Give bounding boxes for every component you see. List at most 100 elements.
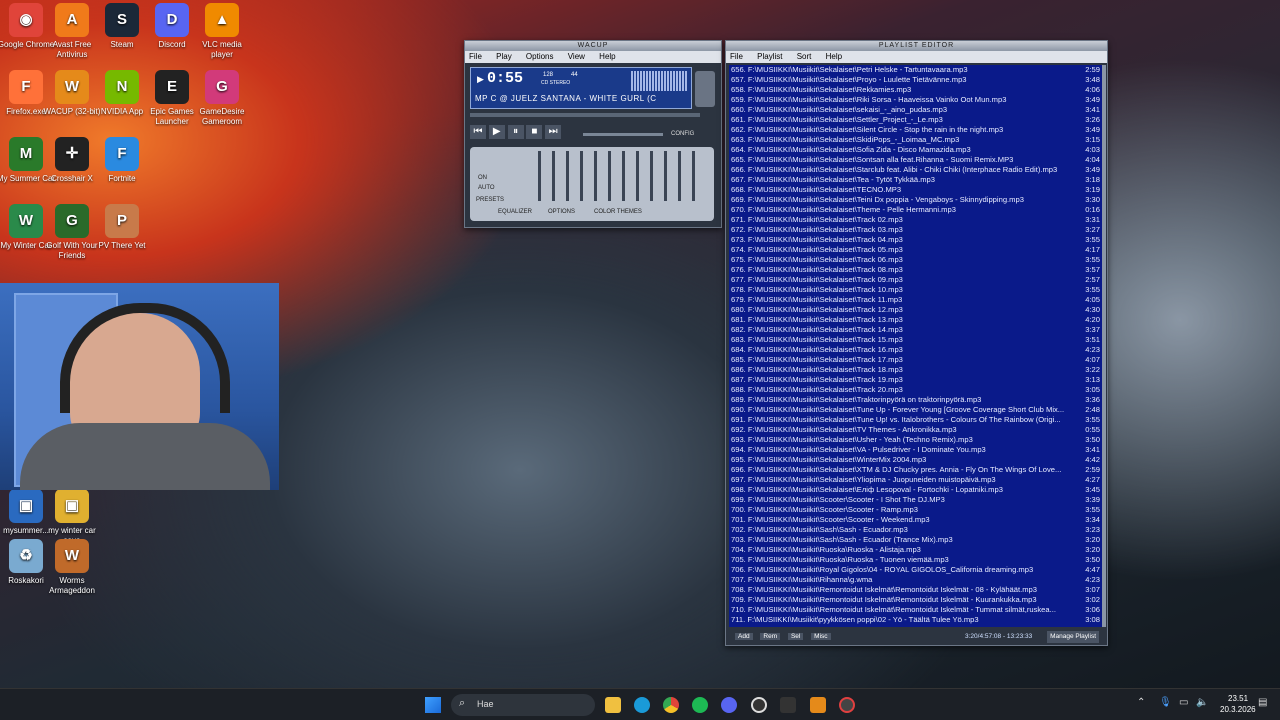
prev-button[interactable]: ⏮: [470, 125, 486, 139]
playlist-row[interactable]: 674. F:\MUSIIKKI\Musiikit\Sekalaiset\Tra…: [729, 245, 1103, 255]
eq-sliders[interactable]: [538, 151, 698, 201]
microphone-icon[interactable]: 🎙: [1159, 697, 1172, 708]
playlist-row[interactable]: 705. F:\MUSIIKKI\Musiikit\Ruoska\Ruoska …: [729, 555, 1103, 565]
playlist-row[interactable]: 707. F:\MUSIIKKI\Musiikit\Rihanna\g.wma 4…: [729, 575, 1103, 585]
pl-menu-sort[interactable]: Sort: [797, 52, 812, 61]
playlist-titlebar[interactable]: PLAYLIST EDITOR: [726, 41, 1107, 51]
playlist-row[interactable]: 677. F:\MUSIIKKI\Musiikit\Sekalaiset\Tra…: [729, 275, 1103, 285]
playlist-row[interactable]: 688. F:\MUSIIKKI\Musiikit\Sekalaiset\Tra…: [729, 385, 1103, 395]
playlist-row[interactable]: 690. F:\MUSIIKKI\Musiikit\Sekalaiset\Tun…: [729, 405, 1103, 415]
playlist-row[interactable]: 661. F:\MUSIIKKI\Musiikit\Sekalaiset\Set…: [729, 115, 1103, 125]
eq-tab-equalizer[interactable]: EQUALIZER: [498, 209, 532, 215]
file-explorer-icon[interactable]: [605, 697, 621, 713]
playlist-row[interactable]: 678. F:\MUSIIKKI\Musiikit\Sekalaiset\Tra…: [729, 285, 1103, 295]
edge-icon[interactable]: [634, 697, 650, 713]
playlist-row[interactable]: 687. F:\MUSIIKKI\Musiikit\Sekalaiset\Tra…: [729, 375, 1103, 385]
playlist-row[interactable]: 665. F:\MUSIIKKI\Musiikit\Sekalaiset\Son…: [729, 155, 1103, 165]
desktop-icon[interactable]: P PV There Yet: [92, 204, 152, 251]
stop-button[interactable]: ■: [526, 125, 543, 139]
playlist-row[interactable]: 659. F:\MUSIIKKI\Musiikit\Sekalaiset\Rik…: [729, 95, 1103, 105]
playlist-row[interactable]: 660. F:\MUSIIKKI\Musiikit\Sekalaiset\sek…: [729, 105, 1103, 115]
epic-games-icon[interactable]: [780, 697, 796, 713]
playlist-row[interactable]: 662. F:\MUSIIKKI\Musiikit\Sekalaiset\Sil…: [729, 125, 1103, 135]
playlist-row[interactable]: 703. F:\MUSIIKKI\Musiikit\Sash\Sash - Ec…: [729, 535, 1103, 545]
manage-playlist-button[interactable]: Manage Playlist: [1047, 631, 1099, 643]
playlist-row[interactable]: 686. F:\MUSIIKKI\Musiikit\Sekalaiset\Tra…: [729, 365, 1103, 375]
playlist-row[interactable]: 668. F:\MUSIIKKI\Musiikit\Sekalaiset\TEC…: [729, 185, 1103, 195]
playlist-row[interactable]: 694. F:\MUSIIKKI\Musiikit\Sekalaiset\VA …: [729, 445, 1103, 455]
network-icon[interactable]: ▭: [1179, 697, 1188, 708]
playlist-row[interactable]: 708. F:\MUSIIKKI\Musiikit\Remontoidut Is…: [729, 585, 1103, 595]
add-button[interactable]: Add: [735, 633, 753, 640]
playlist-row[interactable]: 670. F:\MUSIIKKI\Musiikit\Sekalaiset\The…: [729, 205, 1103, 215]
playlist-row[interactable]: 702. F:\MUSIIKKI\Musiikit\Sash\Sash - Ec…: [729, 525, 1103, 535]
playlist-row[interactable]: 684. F:\MUSIIKKI\Musiikit\Sekalaiset\Tra…: [729, 345, 1103, 355]
playlist-row[interactable]: 685. F:\MUSIIKKI\Musiikit\Sekalaiset\Tra…: [729, 355, 1103, 365]
playlist-row[interactable]: 667. F:\MUSIIKKI\Musiikit\Sekalaiset\Tea…: [729, 175, 1103, 185]
playlist-row[interactable]: 658. F:\MUSIIKKI\Musiikit\Sekalaiset\Rek…: [729, 85, 1103, 95]
playlist-row[interactable]: 698. F:\MUSIIKKI\Musiikit\Sekalaiset\Елі…: [729, 485, 1103, 495]
eq-tab-options[interactable]: OPTIONS: [548, 209, 575, 215]
playlist-row[interactable]: 699. F:\MUSIIKKI\Musiikit\Scooter\Scoote…: [729, 495, 1103, 505]
desktop-icon[interactable]: F Fortnite: [92, 137, 152, 184]
start-button[interactable]: [425, 697, 441, 713]
play-button[interactable]: ▶: [488, 125, 505, 139]
crosshair-icon[interactable]: [751, 697, 767, 713]
playlist-row[interactable]: 672. F:\MUSIIKKI\Musiikit\Sekalaiset\Tra…: [729, 225, 1103, 235]
playlist-scrollbar[interactable]: [1102, 65, 1106, 627]
eq-auto-button[interactable]: AUTO: [478, 185, 495, 191]
playlist-row[interactable]: 695. F:\MUSIIKKI\Musiikit\Sekalaiset\Win…: [729, 455, 1103, 465]
menu-file[interactable]: File: [469, 52, 482, 61]
playlist-row[interactable]: 664. F:\MUSIIKKI\Musiikit\Sekalaiset\Sof…: [729, 145, 1103, 155]
playlist-row[interactable]: 691. F:\MUSIIKKI\Musiikit\Sekalaiset\Tun…: [729, 415, 1103, 425]
playlist-row[interactable]: 704. F:\MUSIIKKI\Musiikit\Ruoska\Ruoska …: [729, 545, 1103, 555]
pl-menu-playlist[interactable]: Playlist: [757, 52, 782, 61]
playlist-row[interactable]: 697. F:\MUSIIKKI\Musiikit\Sekalaiset\Yli…: [729, 475, 1103, 485]
playlist-row[interactable]: 656. F:\MUSIIKKI\Musiikit\Sekalaiset\Pet…: [729, 65, 1103, 75]
obs-icon[interactable]: [839, 697, 855, 713]
seek-bar[interactable]: [470, 113, 700, 117]
playlist-row[interactable]: 683. F:\MUSIIKKI\Musiikit\Sekalaiset\Tra…: [729, 335, 1103, 345]
eq-tab-color-themes[interactable]: COLOR THEMES: [594, 209, 642, 215]
clock-time[interactable]: 23.51: [1228, 694, 1248, 703]
next-button[interactable]: ⏭: [545, 125, 562, 139]
playlist-row[interactable]: 711. F:\MUSIIKKI\Musiikit\pyykkösen popp…: [729, 615, 1103, 625]
playlist-row[interactable]: 706. F:\MUSIIKKI\Musiikit\Royal Gigolos\…: [729, 565, 1103, 575]
desktop-icon[interactable]: G GameDesire Gameroom: [192, 70, 252, 127]
playlist-row[interactable]: 663. F:\MUSIIKKI\Musiikit\Sekalaiset\Ski…: [729, 135, 1103, 145]
playlist-row[interactable]: 673. F:\MUSIIKKI\Musiikit\Sekalaiset\Tra…: [729, 235, 1103, 245]
playlist-row[interactable]: 701. F:\MUSIIKKI\Musiikit\Scooter\Scoote…: [729, 515, 1103, 525]
playlist-row[interactable]: 669. F:\MUSIIKKI\Musiikit\Sekalaiset\Tei…: [729, 195, 1103, 205]
playlist-row[interactable]: 710. F:\MUSIIKKI\Musiikit\Remontoidut Is…: [729, 605, 1103, 615]
playlist-row[interactable]: 709. F:\MUSIIKKI\Musiikit\Remontoidut Is…: [729, 595, 1103, 605]
clock-date[interactable]: 20.3.2026: [1220, 705, 1256, 714]
playlist-row[interactable]: 681. F:\MUSIIKKI\Musiikit\Sekalaiset\Tra…: [729, 315, 1103, 325]
eq-presets-button[interactable]: PRESETS: [476, 197, 504, 203]
misc-button[interactable]: Misc: [811, 633, 831, 640]
volume-icon[interactable]: 🔈: [1196, 697, 1208, 708]
wacup-icon[interactable]: [810, 697, 826, 713]
select-button[interactable]: Sel: [787, 633, 804, 640]
volume-slider[interactable]: [583, 133, 663, 136]
menu-view[interactable]: View: [568, 52, 585, 61]
menu-help[interactable]: Help: [599, 52, 615, 61]
desktop-icon[interactable]: ▲ VLC media player: [192, 3, 252, 60]
playlist-row[interactable]: 675. F:\MUSIIKKI\Musiikit\Sekalaiset\Tra…: [729, 255, 1103, 265]
menu-options[interactable]: Options: [526, 52, 554, 61]
playlist-row[interactable]: 682. F:\MUSIIKKI\Musiikit\Sekalaiset\Tra…: [729, 325, 1103, 335]
desktop-icon[interactable]: ▣my winter car save: [42, 489, 102, 546]
playlist-row[interactable]: 693. F:\MUSIIKKI\Musiikit\Sekalaiset\Ush…: [729, 435, 1103, 445]
taskbar-search[interactable]: ⌕ Hae: [451, 694, 595, 716]
pl-menu-help[interactable]: Help: [826, 52, 842, 61]
remove-button[interactable]: Rem: [760, 633, 781, 640]
playlist-row[interactable]: 696. F:\MUSIIKKI\Musiikit\Sekalaiset\XTM…: [729, 465, 1103, 475]
playlist-row[interactable]: 666. F:\MUSIIKKI\Musiikit\Sekalaiset\Sta…: [729, 165, 1103, 175]
desktop-icon[interactable]: W Worms Armageddon: [42, 539, 102, 596]
playlist-row[interactable]: 680. F:\MUSIIKKI\Musiikit\Sekalaiset\Tra…: [729, 305, 1103, 315]
menu-play[interactable]: Play: [496, 52, 512, 61]
pause-button[interactable]: ⏸: [507, 125, 524, 139]
eq-on-button[interactable]: ON: [478, 175, 487, 181]
pl-menu-file[interactable]: File: [730, 52, 743, 61]
spotify-icon[interactable]: [692, 697, 708, 713]
chrome-icon[interactable]: [663, 697, 679, 713]
